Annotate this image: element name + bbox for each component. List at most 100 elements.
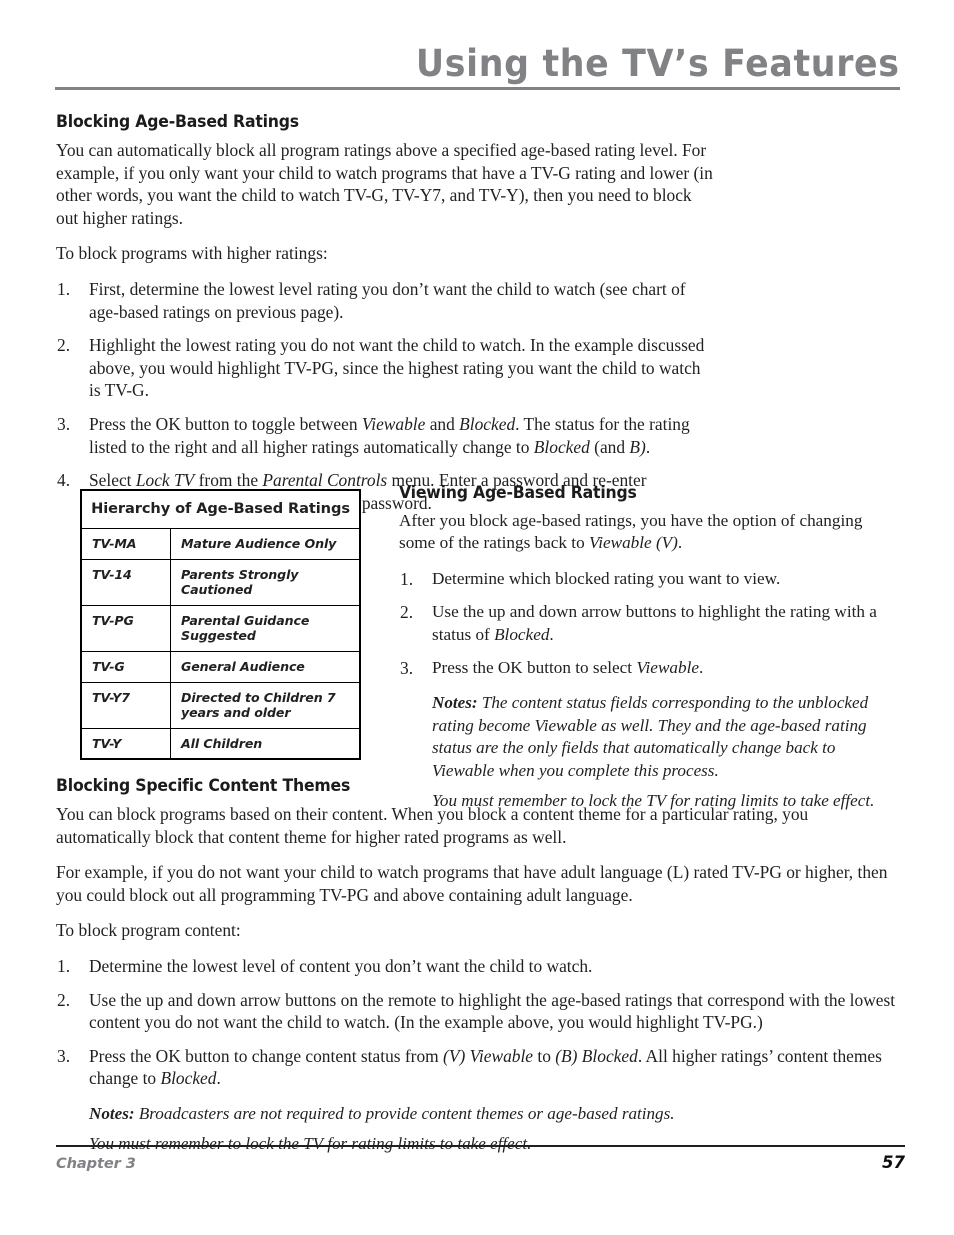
- list-item-text: Determine the lowest level of content yo…: [89, 956, 592, 976]
- emphasis-text: Viewable (V): [588, 533, 678, 553]
- emphasis-text: (B) Blocked: [555, 1045, 638, 1066]
- section-heading-viewing-age: Viewing Age-Based Ratings: [399, 483, 637, 502]
- footer-divider: [56, 1145, 905, 1147]
- rating-code-cell: TV-Y7: [81, 681, 171, 729]
- section-heading-content-themes: Blocking Specific Content Themes: [56, 776, 351, 795]
- blocking-age-lead-in: To block programs with higher ratings:: [56, 243, 328, 264]
- footer-chapter-label: Chapter 3: [56, 1155, 136, 1172]
- hierarchy-table-wrapper: Hierarchy of Age-Based Ratings TV-MA Matu…: [80, 489, 361, 761]
- section-blocking-age-based-ratings: Blocking Age-Based Ratings You can autom…: [56, 112, 714, 514]
- run-text: Determine the lowest level of content yo…: [89, 955, 593, 976]
- list-item: 1. Determine which blocked rating you wan…: [399, 568, 900, 590]
- list-item: 2. Use the up and down arrow buttons on t…: [56, 989, 905, 1034]
- rating-description-cell: General Audience: [170, 650, 360, 683]
- content-themes-para-1: You can block programs based on their co…: [56, 804, 809, 847]
- run-text: (and: [589, 436, 630, 457]
- list-item: 1. First, determine the lowest level rati…: [56, 278, 714, 323]
- table-row: TV-MA Mature Audience Only: [81, 528, 360, 560]
- document-page: Using the TV’s Features Blocking Age-Bas…: [0, 0, 954, 1235]
- blocking-age-intro: You can automatically block all program …: [56, 140, 713, 228]
- list-item: 1. Determine the lowest level of content …: [56, 955, 905, 978]
- list-item-number: 1.: [57, 278, 71, 299]
- table-row: TV-14 Parents Strongly Cautioned: [81, 558, 360, 606]
- run-text: .: [549, 624, 554, 644]
- list-item-text: Press the OK button to select Viewable.: [432, 658, 703, 677]
- emphasis-text: Blocked: [533, 436, 590, 457]
- table-row: TV-PG Parental Guidance Suggested: [81, 604, 360, 652]
- viewing-age-intro: After you block age-based ratings, you h…: [399, 510, 900, 555]
- list-item-text: Determine which blocked rating you want …: [432, 569, 780, 588]
- viewing-age-step-list: 1. Determine which blocked rating you wan…: [399, 568, 900, 680]
- notes-label: Notes:: [89, 1103, 135, 1123]
- run-text: Press the OK button to select: [432, 658, 637, 678]
- run-text: and: [425, 413, 460, 434]
- emphasis-text: Blocked: [160, 1068, 217, 1089]
- emphasis-text: (V) Viewable: [443, 1045, 534, 1066]
- list-item-number: 2.: [57, 989, 71, 1010]
- list-item-text: Press the OK button to toggle between Vi…: [89, 414, 690, 457]
- content-themes-step-list: 1. Determine the lowest level of content …: [56, 955, 905, 1090]
- footer-page-number: 57: [882, 1153, 905, 1172]
- section-blocking-specific-content-themes: Blocking Specific Content Themes You can…: [56, 776, 905, 1164]
- table-body: TV-MA Mature Audience Only TV-14 Parents St…: [81, 528, 360, 760]
- rating-code-cell: TV-PG: [81, 604, 171, 652]
- run-text: .: [677, 533, 683, 553]
- run-text: Highlight the lowest rating you do not w…: [89, 335, 705, 401]
- list-item: 3. Press the OK button to change content …: [56, 1045, 905, 1090]
- page-footer: Chapter 3 57: [56, 1145, 905, 1185]
- emphasis-text: Parental Controls: [262, 470, 388, 491]
- rating-description-cell: All Children: [170, 727, 360, 760]
- rating-description-cell: Directed to Children 7 years and older: [170, 681, 360, 729]
- emphasis-text: Lock TV: [135, 470, 195, 491]
- list-item-number: 1.: [400, 568, 414, 589]
- rating-code-cell: TV-Y: [81, 727, 171, 760]
- rating-code-cell: TV-MA: [81, 528, 171, 560]
- header-divider: [55, 87, 900, 90]
- rating-code-cell: TV-G: [81, 650, 171, 683]
- run-text: Use the up and down arrow buttons on the…: [89, 989, 896, 1033]
- list-item: 3. Press the OK button to toggle between …: [56, 413, 714, 458]
- list-item-number: 3.: [57, 413, 71, 434]
- viewing-age-note-1: Notes: The content status fields corresp…: [432, 692, 900, 782]
- list-item: 3. Press the OK button to select Viewable…: [399, 657, 900, 679]
- list-item-number: 4.: [57, 470, 71, 491]
- table-title-row: Hierarchy of Age-Based Ratings: [81, 490, 360, 529]
- run-text: Press the OK button to change content st…: [89, 1045, 444, 1066]
- run-text: from the: [194, 470, 263, 491]
- content-themes-para-2: For example, if you do not want your chi…: [56, 862, 888, 905]
- list-item-text: Highlight the lowest rating you do not w…: [89, 335, 704, 400]
- table-head: Hierarchy of Age-Based Ratings: [81, 490, 360, 529]
- emphasis-text: Viewable: [636, 658, 699, 678]
- section-heading-blocking-age: Blocking Age-Based Ratings: [56, 112, 299, 131]
- emphasis-text: Blocked: [459, 413, 516, 434]
- list-item-text: First, determine the lowest level rating…: [89, 279, 686, 322]
- list-item-number: 1.: [57, 955, 71, 976]
- list-item-text: Use the up and down arrow buttons on the…: [89, 990, 895, 1033]
- run-text: Determine which blocked rating you want …: [432, 568, 781, 588]
- list-item-number: 2.: [57, 335, 71, 356]
- table-row: TV-G General Audience: [81, 650, 360, 683]
- emphasis-text: B): [629, 436, 646, 457]
- run-text: Select: [89, 470, 136, 491]
- list-item-text: Press the OK button to change content st…: [89, 1046, 882, 1089]
- run-text: to: [533, 1045, 556, 1066]
- list-item: 2. Highlight the lowest rating you do not…: [56, 334, 714, 402]
- run-text: Press the OK button to toggle between: [89, 413, 362, 434]
- list-item: 2. Use the up and down arrow buttons to h…: [399, 601, 900, 646]
- table-row: TV-Y All Children: [81, 727, 360, 760]
- list-item-text: Use the up and down arrow buttons to hig…: [432, 602, 877, 643]
- list-item-number: 3.: [57, 1045, 71, 1066]
- rating-description-cell: Parents Strongly Cautioned: [170, 558, 360, 606]
- section-viewing-age-based-ratings: Viewing Age-Based Ratings After you bloc…: [399, 483, 900, 820]
- run-text: First, determine the lowest level rating…: [89, 278, 686, 322]
- notes-text: The content status fields corresponding …: [432, 693, 869, 780]
- rating-description-cell: Mature Audience Only: [181, 536, 337, 551]
- list-item-number: 2.: [400, 602, 414, 623]
- content-themes-note-1: Notes: Broadcasters are not required to …: [89, 1103, 905, 1125]
- running-header: Using the TV’s Features: [55, 38, 900, 90]
- emphasis-text: Viewable: [361, 413, 426, 434]
- blocking-age-step-list: 1. First, determine the lowest level rati…: [56, 278, 714, 514]
- run-text: .: [216, 1068, 221, 1089]
- notes-label: Notes:: [432, 693, 478, 713]
- table-title: Hierarchy of Age-Based Ratings: [81, 490, 360, 529]
